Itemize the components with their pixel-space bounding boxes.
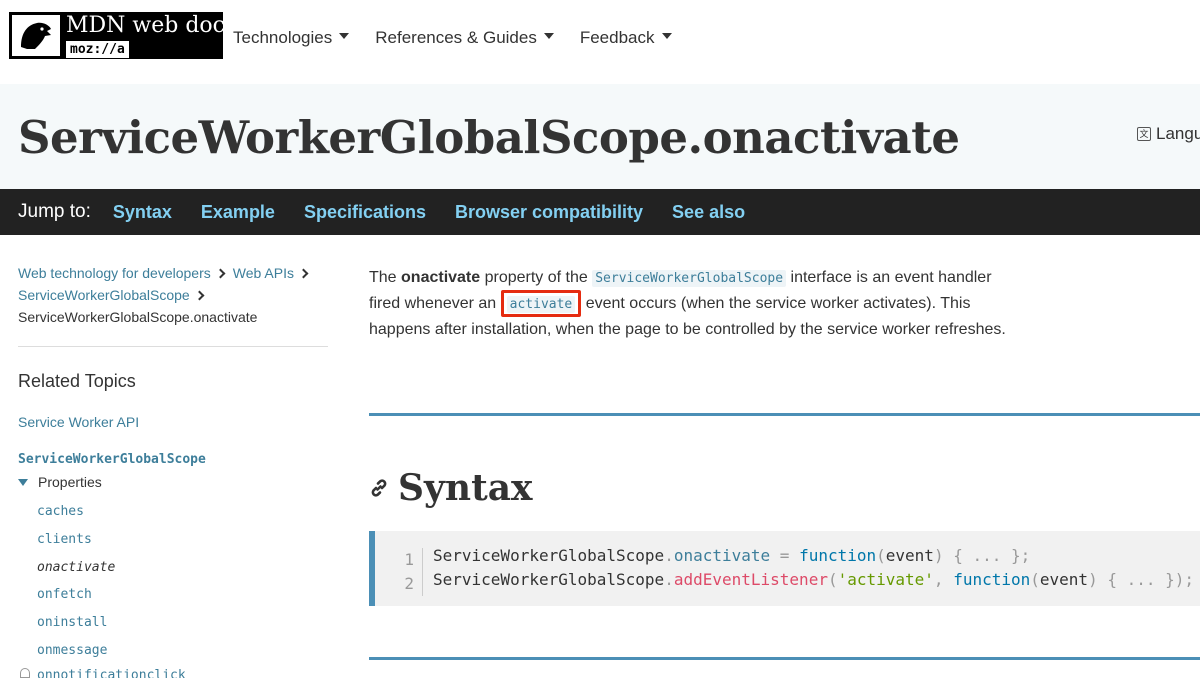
language-label: Langu (1156, 124, 1200, 143)
code-token: = (770, 546, 800, 565)
line-number: 2 (404, 574, 414, 593)
code-block[interactable]: 1 2 ServiceWorkerGlobalScope.onactivate … (369, 531, 1200, 606)
breadcrumb-web-technology[interactable]: Web technology for developers (18, 265, 211, 281)
sidebar-item-onnotificationclick[interactable]: onnotificationclick (37, 666, 186, 678)
triangle-down-icon (18, 478, 28, 486)
code-line-1: ServiceWorkerGlobalScope.onactivate = fu… (433, 544, 1030, 568)
mozilla-wordmark: moz://a (66, 41, 129, 58)
code-token: ( (1030, 570, 1040, 589)
dinosaur-icon (12, 15, 60, 56)
highlight-annotation: activate (500, 290, 582, 317)
code-token: event (1039, 570, 1089, 589)
language-button[interactable]: 文 Langu (1137, 124, 1200, 144)
jump-link-specifications[interactable]: Specifications (304, 202, 426, 223)
language-icon: 文 (1137, 127, 1151, 141)
line-number: 1 (404, 550, 414, 569)
activate-event-link[interactable]: activate (506, 296, 576, 313)
jump-link-example[interactable]: Example (201, 202, 275, 223)
chevron-right-icon (298, 268, 309, 279)
sidebar-link-serviceworkerglobalscope[interactable]: ServiceWorkerGlobalScope (18, 452, 206, 467)
jump-to-bar: Jump to: Syntax Example Specifications B… (0, 189, 1200, 235)
sidebar-divider (18, 346, 328, 347)
code-token: addEventListener (673, 570, 828, 589)
nav-feedback-label: Feedback (579, 28, 655, 47)
top-nav: Technologies References & Guides Feedbac… (233, 28, 698, 48)
related-topics-heading: Related Topics (18, 371, 136, 391)
caret-down-icon (339, 33, 350, 39)
nav-feedback[interactable]: Feedback (580, 28, 672, 48)
breadcrumb: Web technology for developers Web APIs Se… (18, 262, 328, 328)
jump-label: Jump to: (18, 201, 91, 222)
properties-toggle[interactable]: Properties (18, 474, 102, 490)
sidebar-item-onmessage[interactable]: onmessage (37, 641, 115, 669)
intro-text: The (369, 269, 402, 286)
breadcrumb-web-apis[interactable]: Web APIs (233, 265, 294, 281)
code-token: ServiceWorkerGlobalScope (433, 570, 665, 589)
jump-link-see-also[interactable]: See also (672, 202, 745, 223)
code-token: function (799, 546, 877, 565)
section-divider (369, 657, 1200, 660)
chevron-right-icon (215, 268, 226, 279)
code-token: ( (827, 570, 838, 589)
code-token: function (953, 570, 1031, 589)
code-token: 'activate' (837, 570, 934, 589)
code-token: . (664, 546, 674, 565)
nav-technologies[interactable]: Technologies (233, 28, 350, 48)
properties-list: caches clients onactivate onfetch oninst… (37, 502, 115, 669)
line-numbers: 1 2 (375, 548, 423, 596)
sidebar-item-onfetch[interactable]: onfetch (37, 585, 115, 613)
logo-title: MDN web docs (66, 13, 237, 38)
code-token: ) (933, 546, 944, 565)
jump-link-browser-compatibility[interactable]: Browser compatibility (455, 202, 643, 223)
page-title: ServiceWorkerGlobalScope.onactivate (18, 111, 960, 164)
chevron-right-icon (194, 290, 205, 301)
sidebar-link-service-worker-api[interactable]: Service Worker API (18, 414, 139, 430)
experimental-icon (20, 668, 30, 678)
code-token: onactivate (673, 546, 771, 565)
code-token: { ... }; (943, 546, 1031, 565)
code-token: ) (1088, 570, 1098, 589)
code-token: event (885, 546, 934, 565)
nav-references-guides-label: References & Guides (375, 28, 537, 47)
breadcrumb-serviceworkerglobalscope[interactable]: ServiceWorkerGlobalScope (18, 287, 190, 303)
intro-paragraph: The onactivate property of the ServiceWo… (369, 265, 1009, 342)
syntax-heading-text: Syntax (398, 467, 533, 509)
nav-technologies-label: Technologies (233, 28, 333, 47)
code-line-2: ServiceWorkerGlobalScope.addEventListene… (433, 568, 1194, 592)
code-token: { ... }); (1097, 570, 1195, 589)
intro-property-name: onactivate (401, 269, 481, 286)
mdn-logo[interactable]: MDN web docs moz://a (9, 12, 236, 59)
intro-text: property of the (480, 269, 593, 286)
section-divider (369, 413, 1200, 416)
sidebar-item-onactivate: onactivate (37, 559, 116, 575)
top-bar: MDN web docs moz://a Technologies Refere… (0, 0, 1200, 84)
caret-down-icon (543, 33, 554, 39)
nav-references-guides[interactable]: References & Guides (375, 28, 554, 48)
code-token: ( (876, 546, 886, 565)
properties-label: Properties (38, 474, 102, 490)
sidebar-item-clients[interactable]: clients (37, 530, 115, 558)
syntax-heading: Syntax (369, 467, 533, 509)
interface-link[interactable]: ServiceWorkerGlobalScope (592, 270, 787, 287)
link-icon[interactable] (369, 478, 389, 498)
caret-down-icon (661, 33, 672, 39)
sidebar-item-oninstall[interactable]: oninstall (37, 613, 115, 641)
jump-link-syntax[interactable]: Syntax (113, 202, 172, 223)
code-token: , (933, 570, 954, 589)
code-token: . (664, 570, 674, 589)
sidebar-item-caches[interactable]: caches (37, 502, 115, 530)
breadcrumb-current: ServiceWorkerGlobalScope.onactivate (18, 309, 258, 325)
code-token: ServiceWorkerGlobalScope (433, 546, 665, 565)
